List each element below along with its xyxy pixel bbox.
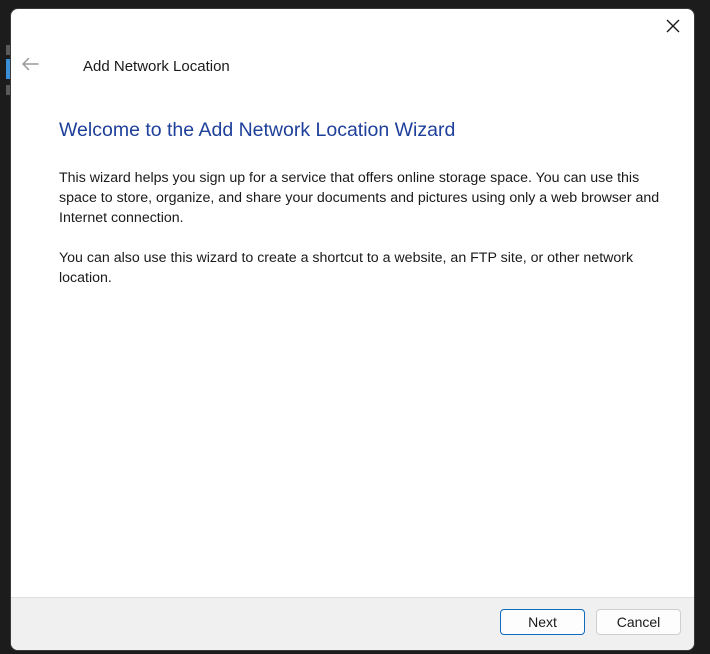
back-button[interactable]	[17, 53, 43, 79]
cancel-button[interactable]: Cancel	[596, 609, 681, 635]
window-title: Add Network Location	[83, 58, 230, 75]
wizard-heading: Welcome to the Add Network Location Wiza…	[59, 119, 456, 141]
back-arrow-icon	[21, 57, 39, 76]
wizard-description-1: This wizard helps you sign up for a serv…	[59, 170, 660, 226]
next-button[interactable]: Next	[500, 609, 585, 635]
dialog-footer: Next Cancel	[11, 597, 694, 650]
add-network-location-dialog: Add Network Location Welcome to the Add …	[10, 8, 695, 651]
close-icon	[666, 19, 680, 38]
close-button[interactable]	[660, 15, 686, 41]
wizard-description-2: You can also use this wizard to create a…	[59, 250, 634, 286]
